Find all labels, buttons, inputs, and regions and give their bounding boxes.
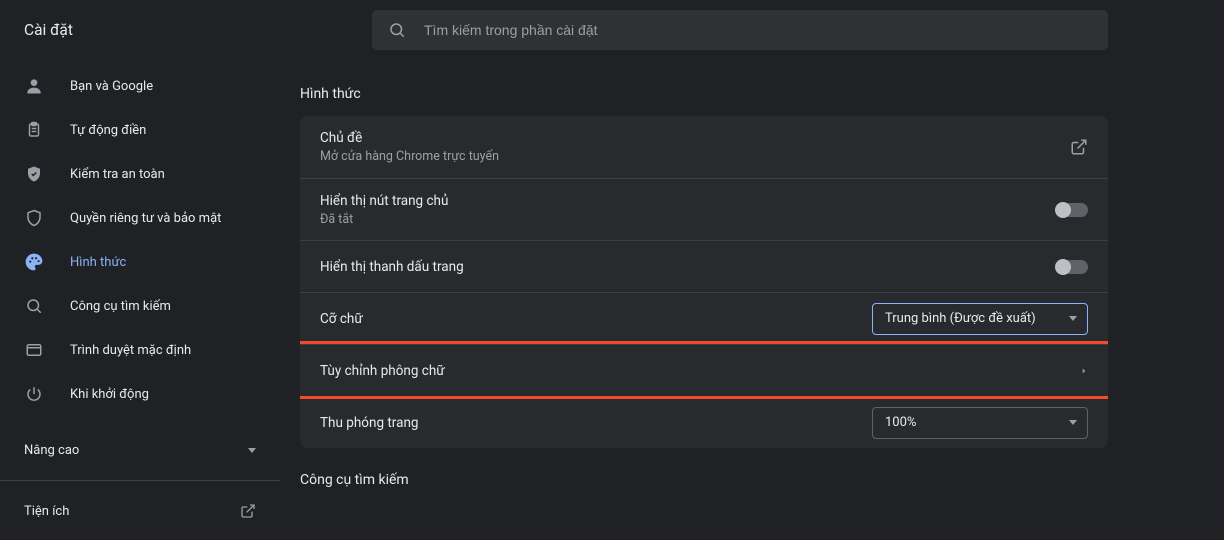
page-zoom-label: Thu phóng trang [320,415,872,431]
sidebar-item-default-browser[interactable]: Trình duyệt mặc định [0,330,280,370]
sidebar-extensions[interactable]: Tiện ích [0,487,280,535]
browser-icon [24,341,44,359]
bookmarks-bar-toggle[interactable] [1056,260,1088,274]
sidebar-item-label: Trình duyệt mặc định [70,343,191,358]
home-button-toggle[interactable] [1056,203,1088,217]
sidebar-item-label: Bạn và Google [70,79,153,94]
appearance-card: Chủ đề Mở cửa hàng Chrome trực tuyến Hiể… [300,116,1108,448]
sidebar: Bạn và Google Tự động điền Kiểm tra an t… [0,60,280,540]
sidebar-item-label: Công cụ tìm kiếm [70,299,171,314]
theme-title: Chủ đề [320,130,1070,146]
sidebar-item-autofill[interactable]: Tự động điền [0,110,280,150]
external-link-icon [1070,138,1088,156]
shield-icon [24,208,44,228]
power-icon [24,385,44,403]
sidebar-item-label: Hình thức [70,255,126,270]
sidebar-item-label: Khi khởi động [70,387,149,402]
customize-fonts-label: Tùy chỉnh phông chữ [320,363,1080,379]
home-button-title: Hiển thị nút trang chủ [320,193,1056,209]
sidebar-item-privacy[interactable]: Quyền riêng tư và bảo mật [0,198,280,238]
chevron-down-icon [1069,420,1077,425]
search-input[interactable] [424,22,1092,38]
row-bookmarks-bar: Hiển thị thanh dấu trang [300,240,1108,292]
sidebar-item-label: Kiểm tra an toàn [70,167,165,182]
divider [0,480,280,481]
clipboard-icon [24,120,44,140]
home-button-sub: Đã tắt [320,212,1056,227]
row-customize-fonts[interactable]: Tùy chỉnh phông chữ [300,344,1108,396]
search-box[interactable] [372,10,1108,50]
sidebar-item-search-engine[interactable]: Công cụ tìm kiếm [0,286,280,326]
sidebar-item-you-google[interactable]: Bạn và Google [0,66,280,106]
chevron-right-icon [1080,365,1088,377]
sidebar-item-safety[interactable]: Kiểm tra an toàn [0,154,280,194]
theme-subtitle: Mở cửa hàng Chrome trực tuyến [320,149,1070,164]
person-icon [24,76,44,96]
font-size-select[interactable]: Trung bình (Được đề xuất) [872,303,1088,335]
sidebar-item-label: Quyền riêng tư và bảo mật [70,211,221,226]
chevron-down-icon [1069,316,1077,321]
section-title-appearance: Hình thức [300,86,1108,102]
bookmarks-bar-title: Hiển thị thanh dấu trang [320,259,1056,275]
chevron-down-icon [248,448,256,453]
extensions-label: Tiện ích [24,504,69,519]
search-icon [388,21,408,39]
page-zoom-value: 100% [885,415,916,430]
content-area: Hình thức Chủ đề Mở cửa hàng Chrome trực… [280,60,1224,540]
sidebar-item-label: Tự động điền [70,123,146,138]
row-theme[interactable]: Chủ đề Mở cửa hàng Chrome trực tuyến [300,116,1108,178]
sidebar-item-appearance[interactable]: Hình thức [0,242,280,282]
section-title-search-engine: Công cụ tìm kiếm [300,472,1108,488]
sidebar-advanced[interactable]: Nâng cao [0,426,280,474]
palette-icon [24,252,44,272]
row-home-button: Hiển thị nút trang chủ Đã tắt [300,178,1108,240]
external-link-icon [240,503,256,519]
shield-check-icon [24,164,44,184]
row-page-zoom: Thu phóng trang 100% [300,396,1108,448]
font-size-value: Trung bình (Được đề xuất) [885,311,1036,326]
row-font-size: Cỡ chữ Trung bình (Được đề xuất) [300,292,1108,344]
page-zoom-select[interactable]: 100% [872,407,1088,439]
settings-title: Cài đặt [0,21,372,39]
font-size-label: Cỡ chữ [320,311,872,327]
sidebar-item-startup[interactable]: Khi khởi động [0,374,280,414]
advanced-label: Nâng cao [24,443,79,458]
search-icon [24,297,44,315]
